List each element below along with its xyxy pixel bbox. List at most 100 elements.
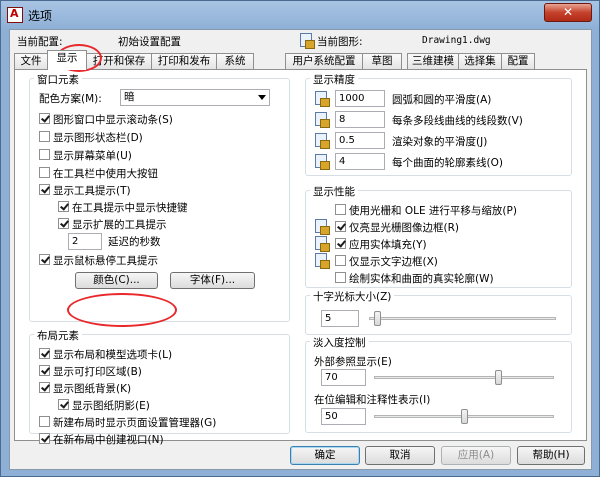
true-silhouettes-label: 绘制实体和曲面的真实轮廓(W) — [349, 273, 494, 285]
tab-system[interactable]: 系统 — [216, 53, 254, 69]
contour-lines-label: 每个曲面的轮廓素线(O) — [392, 157, 503, 169]
layout-model-tabs-checkbox[interactable] — [39, 348, 50, 359]
fonts-button[interactable]: 字体(F)... — [170, 272, 255, 289]
colors-button[interactable]: 颜色(C)... — [75, 272, 158, 289]
color-scheme-label: 配色方案(M): — [39, 93, 102, 105]
tooltip-shortcut-label: 在工具提示中显示快捷键 — [72, 202, 188, 214]
large-buttons-checkbox[interactable] — [39, 167, 50, 178]
arc-smoothness-label: 圆弧和圆的平滑度(A) — [392, 94, 492, 106]
title-bar[interactable]: 选项 ✕ — [1, 1, 599, 29]
tab-selection[interactable]: 选择集 — [458, 53, 502, 69]
xref-fade-slider-track[interactable] — [374, 376, 554, 379]
crosshair-size-slider-track[interactable] — [369, 317, 556, 320]
drawing-saved-setting-icon — [314, 219, 330, 235]
inplace-edit-fade-input[interactable]: 50 — [321, 408, 366, 425]
large-buttons-label: 在工具栏中使用大按钮 — [53, 168, 158, 180]
tooltip-delay-input[interactable]: 2 — [68, 233, 102, 250]
paper-background-label: 显示图纸背景(K) — [53, 383, 132, 395]
layout-elements-title: 布局元素 — [34, 328, 82, 343]
drawing-status-bar-checkbox[interactable] — [39, 131, 50, 142]
drawing-saved-setting-icon — [314, 91, 330, 107]
current-drawing-value: Drawing1.dwg — [422, 35, 491, 46]
drawing-saved-setting-icon — [314, 253, 330, 269]
cancel-button[interactable]: 取消 — [365, 446, 435, 465]
window-elements-group: 窗口元素 配色方案(M): 暗 图形窗口中显示滚动条(S) 显示图形状态栏(D)… — [29, 72, 290, 322]
current-profile-value: 初始设置配置 — [118, 36, 181, 48]
extended-tooltips-label: 显示扩展的工具提示 — [72, 219, 167, 231]
ok-button[interactable]: 确定 — [290, 446, 360, 465]
rollover-tooltips-label: 显示鼠标悬停工具提示 — [53, 255, 158, 267]
arc-smoothness-input[interactable]: 1000 — [335, 90, 385, 107]
tab-files[interactable]: 文件 — [14, 53, 48, 69]
screen-menu-checkbox[interactable] — [39, 149, 50, 160]
paper-shadow-label: 显示图纸阴影(E) — [72, 400, 150, 412]
page-setup-manager-checkbox[interactable] — [39, 416, 50, 427]
drawing-file-icon — [299, 33, 315, 49]
drawing-saved-setting-icon — [314, 154, 330, 170]
show-tooltips-label: 显示工具提示(T) — [53, 185, 131, 197]
raster-ole-pan-zoom-label: 使用光栅和 OLE 进行平移与缩放(P) — [349, 205, 517, 217]
paper-background-checkbox[interactable] — [39, 382, 50, 393]
page-setup-manager-label: 新建布局时显示页面设置管理器(G) — [53, 417, 217, 429]
dialog-client-area: 当前配置: 初始设置配置 当前图形: Drawing1.dwg 文件 显示 打开… — [9, 29, 592, 470]
display-performance-group: 显示性能 使用光栅和 OLE 进行平移与缩放(P) 仅亮显光栅图像边框(R) 应… — [305, 184, 572, 288]
text-frame-only-label: 仅显示文字边框(X) — [349, 256, 438, 268]
text-frame-only-checkbox[interactable] — [335, 255, 346, 266]
current-drawing-label: 当前图形: — [317, 36, 363, 48]
render-smoothness-label: 渲染对象的平滑度(J) — [392, 136, 488, 148]
inplace-edit-fade-slider-thumb[interactable] — [460, 409, 468, 424]
true-silhouettes-checkbox[interactable] — [335, 272, 346, 283]
layout-model-tabs-label: 显示布局和模型选项卡(L) — [53, 349, 173, 361]
highlight-raster-frame-label: 仅亮显光栅图像边框(R) — [349, 222, 459, 234]
tab-user-preferences[interactable]: 用户系统配置 — [285, 53, 363, 69]
drawing-saved-setting-icon — [314, 112, 330, 128]
solid-fill-label: 应用实体填充(Y) — [349, 239, 427, 251]
tab-plot-publish[interactable]: 打印和发布 — [151, 53, 217, 69]
tab-drafting[interactable]: 草图 — [362, 53, 402, 69]
tooltip-shortcut-checkbox[interactable] — [58, 201, 69, 212]
paper-shadow-checkbox[interactable] — [58, 399, 69, 410]
fade-control-group: 淡入度控制 外部参照显示(E) 70 在位编辑和注释性表示(I) 50 — [305, 335, 572, 433]
crosshair-size-input[interactable]: 5 — [321, 310, 359, 327]
polyline-segments-label: 每条多段线曲线的线段数(V) — [392, 115, 523, 127]
render-smoothness-input[interactable]: 0.5 — [335, 132, 385, 149]
drawing-saved-setting-icon — [314, 133, 330, 149]
layout-elements-group: 布局元素 显示布局和模型选项卡(L) 显示可打印区域(B) 显示图纸背景(K) … — [29, 328, 290, 446]
create-viewport-checkbox[interactable] — [39, 433, 50, 444]
display-performance-title: 显示性能 — [310, 184, 358, 199]
printable-area-checkbox[interactable] — [39, 365, 50, 376]
tab-profiles[interactable]: 配置 — [501, 53, 535, 69]
fade-control-title: 淡入度控制 — [310, 335, 369, 350]
rollover-tooltips-checkbox[interactable] — [39, 254, 50, 265]
contour-lines-input[interactable]: 4 — [335, 153, 385, 170]
close-button[interactable]: ✕ — [544, 3, 592, 22]
create-viewport-label: 在新布局中创建视口(N) — [53, 434, 164, 446]
apply-button[interactable]: 应用(A) — [441, 446, 511, 465]
crosshair-size-group: 十字光标大小(Z) 5 — [305, 289, 572, 335]
screen-menu-label: 显示屏幕菜单(U) — [53, 150, 132, 162]
xref-fade-input[interactable]: 70 — [321, 369, 366, 386]
display-resolution-group: 显示精度 1000 圆弧和圆的平滑度(A) 8 每条多段线曲线的线段数(V) 0… — [305, 72, 572, 176]
polyline-segments-input[interactable]: 8 — [335, 111, 385, 128]
current-profile-label: 当前配置: — [17, 36, 63, 48]
scrollbars-checkbox[interactable] — [39, 113, 50, 124]
show-tooltips-checkbox[interactable] — [39, 184, 50, 195]
highlight-raster-frame-checkbox[interactable] — [335, 221, 346, 232]
tab-3d-modeling[interactable]: 三维建模 — [407, 53, 459, 69]
drawing-saved-setting-icon — [314, 236, 330, 252]
raster-ole-pan-zoom-checkbox[interactable] — [335, 204, 346, 215]
crosshair-size-title: 十字光标大小(Z) — [310, 289, 395, 304]
window-elements-title: 窗口元素 — [34, 72, 82, 87]
solid-fill-checkbox[interactable] — [335, 238, 346, 249]
tab-display[interactable]: 显示 — [47, 50, 87, 70]
inplace-edit-fade-label: 在位编辑和注释性表示(I) — [314, 394, 431, 406]
tab-open-save[interactable]: 打开和保存 — [86, 53, 152, 69]
xref-fade-label: 外部参照显示(E) — [314, 356, 392, 368]
display-resolution-title: 显示精度 — [310, 72, 358, 87]
help-button[interactable]: 帮助(H) — [517, 446, 585, 465]
color-scheme-dropdown[interactable]: 暗 — [120, 89, 270, 106]
extended-tooltips-checkbox[interactable] — [58, 218, 69, 229]
xref-fade-slider-thumb[interactable] — [495, 370, 503, 385]
scrollbars-label: 图形窗口中显示滚动条(S) — [53, 114, 173, 126]
crosshair-size-slider-thumb[interactable] — [374, 311, 382, 326]
